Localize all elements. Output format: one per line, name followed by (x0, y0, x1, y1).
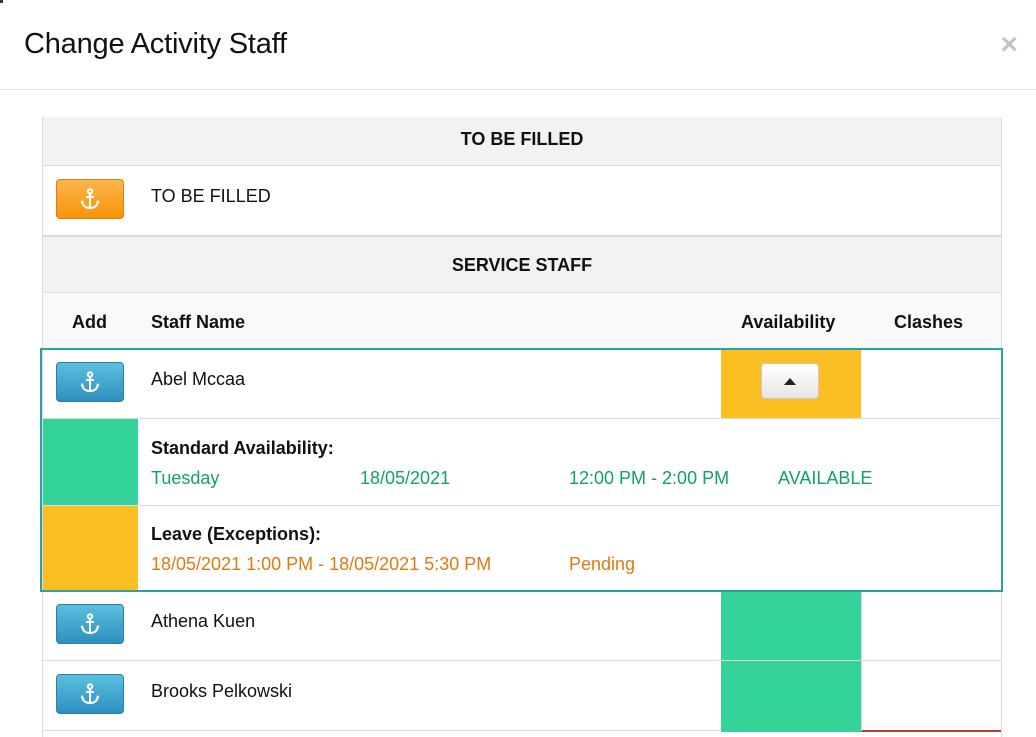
service-staff-header: SERVICE STAFF (43, 236, 1001, 293)
staff-row-athena-kuen: Athena Kuen (43, 591, 1001, 661)
leave-range: 18/05/2021 1:00 PM - 18/05/2021 5:30 PM (151, 554, 492, 574)
standard-status: AVAILABLE (778, 468, 873, 488)
staff-row-brooks-pelkowski: Brooks Pelkowski (43, 661, 1001, 732)
anchor-icon (80, 188, 100, 210)
add-staff-button[interactable] (56, 362, 124, 402)
leave-color-swatch (43, 506, 138, 590)
col-clashes: Clashes (894, 312, 964, 332)
availability-cell-available (721, 591, 861, 660)
column-headers: Add Staff Name Availability Clashes (43, 293, 1001, 349)
leave-status: Pending (569, 554, 636, 574)
standard-availability-label: Standard Availability: (151, 438, 334, 458)
availability-color-swatch (43, 419, 138, 505)
availability-cell-available (721, 661, 861, 732)
add-staff-button[interactable] (56, 674, 124, 714)
to-be-filled-header: TO BE FILLED (43, 117, 1001, 166)
anchor-icon (80, 613, 100, 635)
staff-row-abel-mccaa: Abel Mccaa (43, 349, 1001, 419)
service-staff-header-label: SERVICE STAFF (451, 255, 593, 275)
standard-availability-detail: Standard Availability: Tuesday 18/05/202… (43, 419, 1001, 506)
to-be-filled-header-label: TO BE FILLED (460, 129, 584, 149)
col-availability: Availability (741, 312, 836, 332)
availability-cell-leave (721, 349, 861, 418)
to-be-filled-row: TO BE FILLED (43, 166, 1001, 236)
anchor-icon (80, 683, 100, 705)
leave-exceptions-label: Leave (Exceptions): (151, 524, 322, 544)
leave-exceptions-detail: Leave (Exceptions): 18/05/2021 1:00 PM -… (43, 506, 1001, 591)
add-staff-button[interactable] (56, 604, 124, 644)
caret-up-icon (784, 377, 796, 385)
col-staff-name: Staff Name (151, 312, 246, 332)
modal-title: Change Activity Staff (24, 28, 287, 60)
column-divider (861, 591, 862, 731)
close-icon[interactable]: × (1000, 30, 1018, 60)
add-to-be-filled-button[interactable] (56, 179, 124, 219)
collapse-details-button[interactable] (761, 363, 819, 399)
col-add: Add (72, 312, 107, 332)
standard-date: 18/05/2021 (360, 468, 451, 488)
standard-day: Tuesday (151, 468, 220, 488)
staff-name: Brooks Pelkowski (151, 681, 293, 701)
standard-time: 12:00 PM - 2:00 PM (569, 468, 730, 488)
staff-table: TO BE FILLED TO BE FILLED SERVICE STAFF … (42, 117, 1002, 737)
anchor-icon (80, 371, 100, 393)
to-be-filled-label: TO BE FILLED (151, 186, 271, 206)
staff-name: Abel Mccaa (151, 369, 246, 389)
staff-name: Athena Kuen (151, 611, 256, 631)
modal-header: Change Activity Staff × (0, 0, 1036, 90)
